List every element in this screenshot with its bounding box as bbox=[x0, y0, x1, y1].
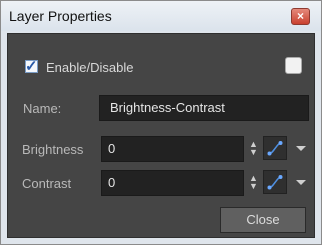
brightness-label: Brightness bbox=[22, 142, 84, 157]
curve-icon bbox=[267, 175, 283, 190]
layer-properties-dialog: Layer Properties × ✓ Enable/Disable Name… bbox=[0, 0, 322, 245]
contrast-spin-down[interactable]: ▼ bbox=[249, 182, 258, 191]
name-label: Name: bbox=[23, 101, 62, 116]
close-icon[interactable]: × bbox=[291, 8, 310, 25]
contrast-function-button[interactable] bbox=[263, 170, 287, 194]
layer-color-swatch[interactable] bbox=[285, 57, 302, 74]
brightness-field[interactable]: 0 bbox=[101, 136, 244, 162]
contrast-dropdown-arrow[interactable] bbox=[296, 180, 306, 185]
contrast-label: Contrast bbox=[22, 176, 72, 191]
enable-checkbox[interactable]: ✓ bbox=[25, 58, 38, 75]
brightness-dropdown-arrow[interactable] bbox=[296, 146, 306, 151]
properties-panel: ✓ Enable/Disable Name: Brightness-Contra… bbox=[7, 33, 315, 238]
enable-label: Enable/Disable bbox=[46, 60, 134, 75]
close-button[interactable]: Close bbox=[220, 207, 306, 233]
contrast-field[interactable]: 0 bbox=[101, 170, 244, 196]
title-bar[interactable]: Layer Properties × bbox=[1, 1, 321, 31]
name-field[interactable]: Brightness-Contrast bbox=[99, 95, 309, 121]
check-icon: ✓ bbox=[25, 58, 38, 75]
brightness-function-button[interactable] bbox=[263, 136, 287, 160]
curve-icon bbox=[267, 141, 283, 156]
brightness-spin-down[interactable]: ▼ bbox=[249, 148, 258, 157]
dialog-title: Layer Properties bbox=[9, 8, 112, 24]
